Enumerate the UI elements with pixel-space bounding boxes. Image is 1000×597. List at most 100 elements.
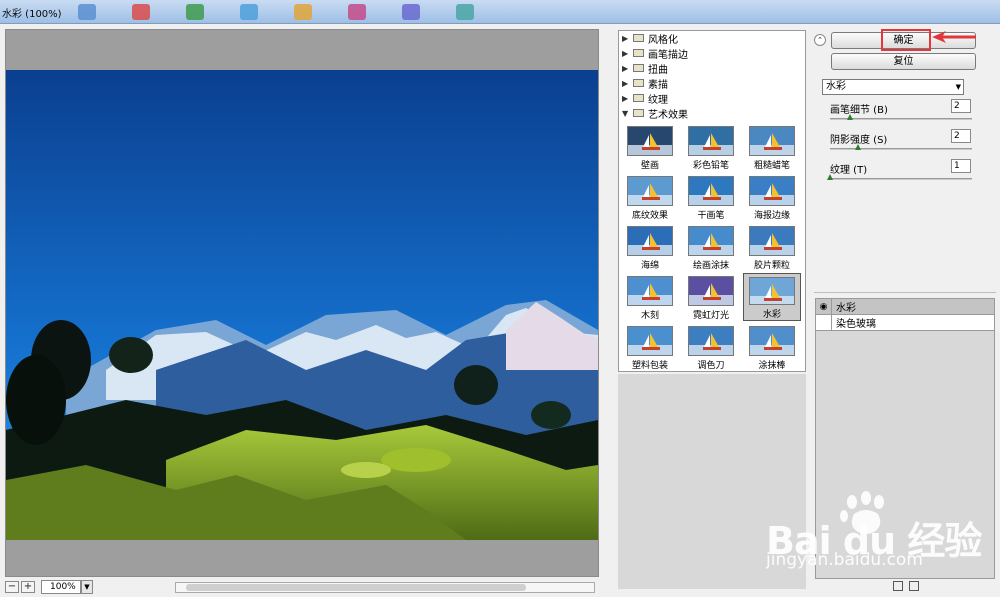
filter-category-3[interactable]: ▶ 素描 <box>619 76 805 91</box>
filter-category-2[interactable]: ▶ 扭曲 <box>619 61 805 76</box>
baidu-watermark: Bai du 经验 jingyan.baidu.com <box>766 490 1000 580</box>
param-value-field[interactable]: 2 <box>951 99 971 113</box>
chevron-right-icon: ▶ <box>622 93 629 103</box>
filter-label: 底纹效果 <box>631 211 668 221</box>
effect-layer-1[interactable]: 染色玻璃 <box>816 314 994 331</box>
filter-thumb-5[interactable]: 海报边缘 <box>743 173 801 221</box>
filter-thumb-2[interactable]: 粗糙蜡笔 <box>743 123 801 171</box>
filter-category-0[interactable]: ▶ 风格化 <box>619 31 805 46</box>
filter-label: 海绵 <box>640 261 659 271</box>
param-slider-knob[interactable] <box>846 114 853 120</box>
category-label: 画笔描边 <box>648 49 688 61</box>
filter-thumb-1[interactable]: 彩色铅笔 <box>682 123 740 171</box>
new-layer-icon[interactable] <box>893 581 903 591</box>
filter-preview-image <box>749 226 795 256</box>
filter-preview-image <box>627 326 673 356</box>
param-slider-knob[interactable] <box>827 174 833 180</box>
param-row-0: 画笔细节 (B) 2 <box>830 99 975 129</box>
taskbar-app-icon[interactable] <box>114 2 168 22</box>
chevron-right-icon: ▶ <box>622 48 629 58</box>
zoom-out-button[interactable]: − <box>5 581 19 593</box>
category-label: 纹理 <box>648 94 668 106</box>
filter-category-5[interactable]: ▼ 艺术效果 <box>619 106 805 121</box>
filter-select[interactable]: 水彩 ▼ <box>822 79 964 95</box>
taskbar-app-icon[interactable] <box>438 2 492 22</box>
zoom-in-button[interactable]: + <box>21 581 35 593</box>
folder-icon <box>633 34 644 42</box>
filter-label: 绘画涂抹 <box>692 261 729 271</box>
param-value-field[interactable]: 1 <box>951 159 971 173</box>
filter-label: 海报边缘 <box>753 211 790 221</box>
filter-select-value: 水彩 <box>826 81 846 92</box>
filter-thumb-12[interactable]: 塑料包装 <box>621 323 679 371</box>
filter-thumb-7[interactable]: 绘画涂抹 <box>682 223 740 271</box>
folder-icon <box>633 64 644 72</box>
scrollbar-thumb[interactable] <box>186 584 526 591</box>
folder-icon <box>633 79 644 87</box>
param-value-field[interactable]: 2 <box>951 129 971 143</box>
filter-thumb-3[interactable]: 底纹效果 <box>621 173 679 221</box>
filter-category-1[interactable]: ▶ 画笔描边 <box>619 46 805 61</box>
param-label: 纹理 (T) <box>830 165 868 176</box>
filter-preview-image <box>627 176 673 206</box>
taskbar-app-icon[interactable] <box>330 2 384 22</box>
param-slider-knob[interactable] <box>855 144 862 150</box>
folder-icon <box>633 109 644 117</box>
filter-label: 霓虹灯光 <box>692 311 729 321</box>
param-row-1: 阴影强度 (S) 2 <box>830 129 975 159</box>
filter-preview-image <box>688 276 734 306</box>
taskbar-app-icon[interactable] <box>276 2 330 22</box>
filter-preview-image <box>627 226 673 256</box>
delete-layer-icon[interactable] <box>909 581 919 591</box>
collapse-icon[interactable]: ⌃ <box>814 34 826 46</box>
effect-layer-0[interactable]: ◉ 水彩 <box>816 298 994 315</box>
filter-thumb-14[interactable]: 涂抹棒 <box>743 323 801 371</box>
layer-label: 染色玻璃 <box>836 319 876 330</box>
filter-thumb-11[interactable]: 水彩 <box>743 273 801 321</box>
filter-thumb-4[interactable]: 干画笔 <box>682 173 740 221</box>
red-arrow-icon <box>932 31 976 43</box>
zoom-bar: − + 100% ▼ <box>5 579 599 595</box>
chevron-down-icon: ▼ <box>622 108 629 118</box>
taskbar-app-icon[interactable] <box>384 2 438 22</box>
filter-label: 干画笔 <box>697 211 725 221</box>
chevron-right-icon: ▶ <box>622 63 629 73</box>
layer-buttons <box>893 581 919 591</box>
filter-preview-image <box>688 126 734 156</box>
chevron-right-icon: ▶ <box>622 78 629 88</box>
param-slider-track[interactable] <box>830 178 972 180</box>
filter-thumb-8[interactable]: 胶片颗粒 <box>743 223 801 271</box>
reset-button[interactable]: 复位 <box>831 53 976 70</box>
filter-label: 涂抹棒 <box>758 361 786 371</box>
preview-panel: − + 100% ▼ <box>0 24 610 597</box>
filter-category-4[interactable]: ▶ 纹理 <box>619 91 805 106</box>
filter-label: 粗糙蜡笔 <box>753 161 790 171</box>
ok-highlight-box <box>881 29 931 51</box>
title-bar: 水彩 (100%) <box>0 0 1000 24</box>
filter-thumb-0[interactable]: 壁画 <box>621 123 679 171</box>
horizontal-scrollbar[interactable] <box>175 582 595 593</box>
filter-preview-image <box>749 277 795 305</box>
param-slider-track[interactable] <box>830 148 972 150</box>
divider <box>814 292 996 293</box>
taskbar-app-icon[interactable] <box>222 2 276 22</box>
filter-label: 木刻 <box>640 311 659 321</box>
filter-preview-image <box>627 126 673 156</box>
folder-icon <box>633 49 644 57</box>
eye-icon[interactable]: ◉ <box>816 298 832 315</box>
filter-category-list: ▶ 风格化 ▶ 画笔描边 ▶ 扭曲 ▶ 素描 ▶ 纹理 ▼ 艺术效果 壁画 彩色铅笔 粗糙蜡笔 底纹效果 干画… <box>618 30 806 372</box>
zoom-level[interactable]: 100% <box>41 580 81 594</box>
filter-thumb-10[interactable]: 霓虹灯光 <box>682 273 740 321</box>
zoom-dropdown-icon[interactable]: ▼ <box>81 580 93 594</box>
chevron-down-icon: ▼ <box>955 83 961 91</box>
taskbar-app-icon[interactable] <box>168 2 222 22</box>
category-label: 素描 <box>648 79 668 91</box>
preview-image[interactable] <box>6 70 598 540</box>
eye-hidden-icon[interactable] <box>816 314 832 331</box>
filter-thumb-13[interactable]: 调色刀 <box>682 323 740 371</box>
filter-thumb-9[interactable]: 木刻 <box>621 273 679 321</box>
layer-label: 水彩 <box>836 303 856 314</box>
taskbar-app-icon[interactable] <box>60 2 114 22</box>
preview-frame <box>5 29 599 577</box>
filter-thumb-6[interactable]: 海绵 <box>621 223 679 271</box>
